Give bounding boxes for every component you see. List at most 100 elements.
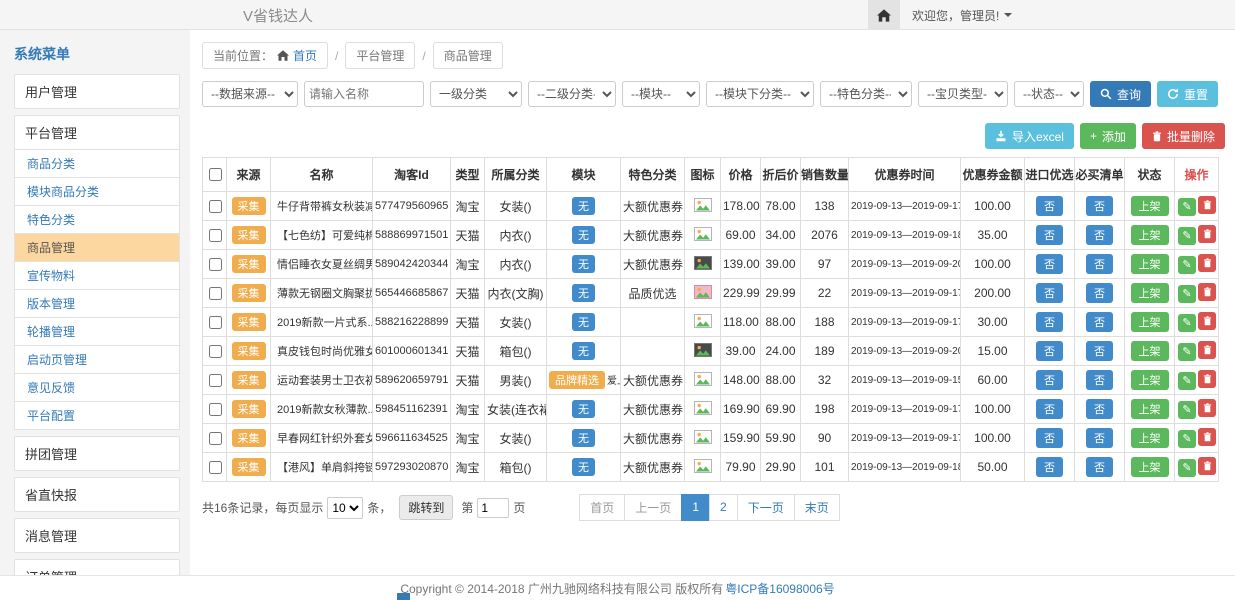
sidebar-item[interactable]: 版本管理 bbox=[14, 289, 180, 318]
sidebar-item[interactable]: 意见反馈 bbox=[14, 373, 180, 402]
pager-button[interactable]: 下一页 bbox=[737, 494, 795, 521]
must-buy-toggle[interactable]: 否 bbox=[1086, 457, 1113, 477]
sidebar-item[interactable]: 消息管理 bbox=[14, 518, 180, 553]
module-badge[interactable]: 无 bbox=[572, 400, 595, 418]
must-buy-toggle[interactable]: 否 bbox=[1086, 428, 1113, 448]
module-badge[interactable]: 无 bbox=[572, 197, 595, 215]
pager-button[interactable]: 1 bbox=[681, 494, 710, 521]
sidebar-item[interactable]: 商品分类 bbox=[14, 149, 180, 178]
import-select-toggle[interactable]: 否 bbox=[1036, 457, 1063, 477]
sidebar-item[interactable]: 省直快报 bbox=[14, 477, 180, 512]
delete-button[interactable] bbox=[1198, 225, 1216, 243]
status-toggle[interactable]: 上架 bbox=[1131, 370, 1169, 390]
import-select-toggle[interactable]: 否 bbox=[1036, 196, 1063, 216]
delete-button[interactable] bbox=[1198, 196, 1216, 214]
row-checkbox[interactable] bbox=[209, 287, 222, 300]
row-checkbox[interactable] bbox=[209, 432, 222, 445]
import-select-toggle[interactable]: 否 bbox=[1036, 399, 1063, 419]
module-badge[interactable]: 无 bbox=[572, 284, 595, 302]
reset-button[interactable]: 重置 bbox=[1157, 81, 1218, 107]
status-toggle[interactable]: 上架 bbox=[1131, 283, 1169, 303]
must-buy-toggle[interactable]: 否 bbox=[1086, 254, 1113, 274]
delete-button[interactable] bbox=[1198, 312, 1216, 330]
import-select-toggle[interactable]: 否 bbox=[1036, 254, 1063, 274]
module-badge[interactable]: 无 bbox=[572, 429, 595, 447]
import-select-toggle[interactable]: 否 bbox=[1036, 341, 1063, 361]
delete-button[interactable] bbox=[1198, 341, 1216, 359]
module-badge[interactable]: 无 bbox=[572, 313, 595, 331]
search-button[interactable]: 查询 bbox=[1090, 81, 1151, 107]
delete-button[interactable] bbox=[1198, 283, 1216, 301]
select-all-checkbox[interactable] bbox=[209, 168, 222, 181]
edit-button[interactable]: ✎ bbox=[1178, 401, 1196, 419]
row-checkbox[interactable] bbox=[209, 345, 222, 358]
sidebar-item[interactable]: 宣传物料 bbox=[14, 261, 180, 290]
breadcrumb-home-link[interactable]: 首页 bbox=[293, 47, 317, 64]
pager-button[interactable]: 2 bbox=[709, 494, 738, 521]
must-buy-toggle[interactable]: 否 bbox=[1086, 370, 1113, 390]
status-toggle[interactable]: 上架 bbox=[1131, 341, 1169, 361]
add-button[interactable]: + 添加 bbox=[1080, 123, 1136, 149]
pager-button[interactable]: 上一页 bbox=[624, 494, 682, 521]
breadcrumb-item-platform[interactable]: 平台管理 bbox=[345, 42, 415, 69]
must-buy-toggle[interactable]: 否 bbox=[1086, 225, 1113, 245]
data-source-select[interactable]: --数据来源-- bbox=[202, 81, 298, 107]
sidebar-item[interactable]: 商品管理 bbox=[14, 233, 180, 262]
sidebar-item[interactable]: 模块商品分类 bbox=[14, 177, 180, 206]
row-checkbox[interactable] bbox=[209, 316, 222, 329]
level1-category-select[interactable]: 一级分类 bbox=[430, 81, 522, 107]
delete-button[interactable] bbox=[1198, 370, 1216, 388]
icp-link[interactable]: 粤ICP备16098006号 bbox=[725, 580, 834, 597]
module-badge[interactable]: 品牌精选 bbox=[549, 371, 605, 389]
status-toggle[interactable]: 上架 bbox=[1131, 225, 1169, 245]
module-badge[interactable]: 无 bbox=[572, 226, 595, 244]
level2-category-select[interactable]: --二级分类-- bbox=[528, 81, 616, 107]
sidebar-item[interactable]: 启动页管理 bbox=[14, 345, 180, 374]
row-checkbox[interactable] bbox=[209, 403, 222, 416]
page-number-input[interactable] bbox=[477, 498, 509, 518]
feature-category-select[interactable]: --特色分类-- bbox=[820, 81, 912, 107]
status-toggle[interactable]: 上架 bbox=[1131, 428, 1169, 448]
must-buy-toggle[interactable]: 否 bbox=[1086, 283, 1113, 303]
status-toggle[interactable]: 上架 bbox=[1131, 254, 1169, 274]
edit-button[interactable]: ✎ bbox=[1178, 285, 1196, 303]
pager-button[interactable]: 首页 bbox=[579, 494, 625, 521]
import-select-toggle[interactable]: 否 bbox=[1036, 312, 1063, 332]
must-buy-toggle[interactable]: 否 bbox=[1086, 312, 1113, 332]
status-toggle[interactable]: 上架 bbox=[1131, 196, 1169, 216]
row-checkbox[interactable] bbox=[209, 374, 222, 387]
delete-button[interactable] bbox=[1198, 457, 1216, 475]
module-sub-category-select[interactable]: --模块下分类-- bbox=[706, 81, 814, 107]
edit-button[interactable]: ✎ bbox=[1178, 198, 1196, 216]
sidebar-item[interactable]: 特色分类 bbox=[14, 205, 180, 234]
home-button[interactable] bbox=[868, 0, 900, 30]
pager-button[interactable]: 末页 bbox=[794, 494, 840, 521]
batch-delete-button[interactable]: 批量删除 bbox=[1142, 123, 1225, 149]
user-menu[interactable]: 欢迎您，管理员! bbox=[900, 0, 1024, 30]
module-badge[interactable]: 无 bbox=[572, 458, 595, 476]
edit-button[interactable]: ✎ bbox=[1178, 343, 1196, 361]
must-buy-toggle[interactable]: 否 bbox=[1086, 341, 1113, 361]
import-select-toggle[interactable]: 否 bbox=[1036, 428, 1063, 448]
must-buy-toggle[interactable]: 否 bbox=[1086, 399, 1113, 419]
row-checkbox[interactable] bbox=[209, 229, 222, 242]
sidebar-item[interactable]: 平台配置 bbox=[14, 401, 180, 430]
module-badge[interactable]: 无 bbox=[572, 255, 595, 273]
must-buy-toggle[interactable]: 否 bbox=[1086, 196, 1113, 216]
sidebar-item[interactable]: 平台管理 bbox=[14, 115, 180, 150]
status-toggle[interactable]: 上架 bbox=[1131, 312, 1169, 332]
jump-button[interactable]: 跳转到 bbox=[399, 495, 453, 520]
import-excel-button[interactable]: 导入excel bbox=[985, 123, 1074, 149]
import-select-toggle[interactable]: 否 bbox=[1036, 225, 1063, 245]
sidebar-item[interactable]: 拼团管理 bbox=[14, 436, 180, 471]
delete-button[interactable] bbox=[1198, 254, 1216, 272]
sidebar-item[interactable]: 用户管理 bbox=[14, 74, 180, 109]
edit-button[interactable]: ✎ bbox=[1178, 256, 1196, 274]
sidebar-item[interactable]: 订单管理 bbox=[14, 559, 180, 575]
delete-button[interactable] bbox=[1198, 428, 1216, 446]
import-select-toggle[interactable]: 否 bbox=[1036, 370, 1063, 390]
item-type-select[interactable]: --宝贝类型-- bbox=[918, 81, 1008, 107]
edit-button[interactable]: ✎ bbox=[1178, 314, 1196, 332]
import-select-toggle[interactable]: 否 bbox=[1036, 283, 1063, 303]
sidebar-item[interactable]: 轮播管理 bbox=[14, 317, 180, 346]
